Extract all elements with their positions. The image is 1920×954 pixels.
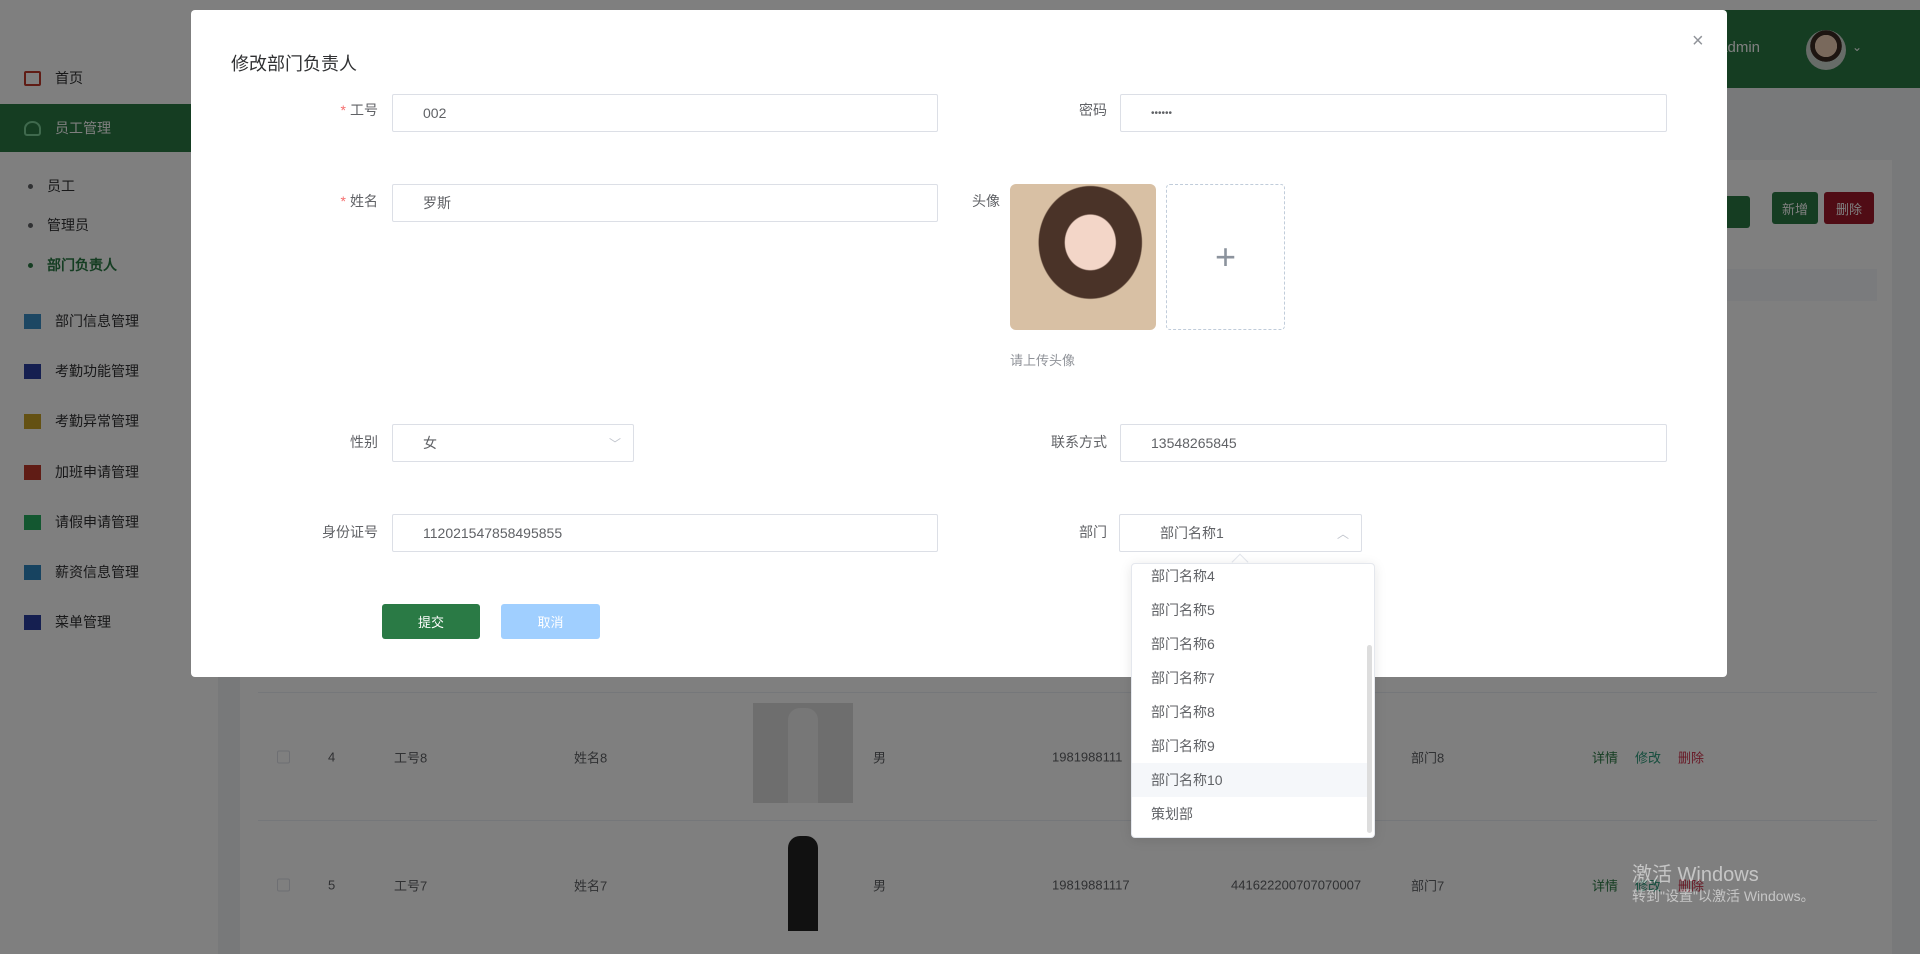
upload-plus-icon[interactable]: +: [1166, 184, 1285, 330]
label-no: * 工号: [340, 102, 378, 118]
label-idcard: 身份证号: [322, 524, 378, 540]
gender-select[interactable]: 女 ﹀: [392, 424, 634, 462]
no-input[interactable]: 002: [392, 94, 938, 132]
dept-option[interactable]: 部门名称6: [1132, 627, 1368, 661]
submit-button[interactable]: 提交: [382, 604, 480, 639]
label-avatar: 头像: [972, 193, 1000, 209]
dept-option[interactable]: 部门名称10: [1132, 763, 1368, 797]
chevron-up-icon: ︿: [1336, 527, 1349, 541]
dropdown-scrollbar[interactable]: [1367, 645, 1372, 833]
watermark-line2: 转到"设置"以激活 Windows。: [1632, 888, 1815, 904]
dept-option[interactable]: 部门名称4: [1132, 564, 1368, 593]
chevron-down-icon: ﹀: [608, 437, 621, 451]
dept-option[interactable]: 策划部: [1132, 797, 1368, 831]
dept-select[interactable]: 部门名称1 ︿: [1119, 514, 1362, 552]
label-password: 密码: [1079, 102, 1107, 118]
password-input[interactable]: ••••••: [1120, 94, 1667, 132]
cancel-button[interactable]: 取消: [501, 604, 600, 639]
idcard-input[interactable]: 112021547858495855: [392, 514, 938, 552]
contact-input[interactable]: 13548265845: [1120, 424, 1667, 462]
label-contact: 联系方式: [1051, 434, 1107, 450]
close-icon[interactable]: ×: [1692, 30, 1704, 53]
dept-option[interactable]: 部门名称7: [1132, 661, 1368, 695]
avatar-image[interactable]: [1010, 184, 1156, 330]
dept-option[interactable]: 部门名称5: [1132, 593, 1368, 627]
dept-option[interactable]: 部门名称8: [1132, 695, 1368, 729]
dept-option[interactable]: 部门名称9: [1132, 729, 1368, 763]
watermark-line1: 激活 Windows: [1632, 864, 1759, 886]
label-gender: 性别: [350, 434, 378, 450]
label-name: * 姓名: [340, 193, 378, 209]
avatar-hint: 请上传头像: [1010, 353, 1076, 368]
name-input[interactable]: 罗斯: [392, 184, 938, 222]
edit-dialog: 修改部门负责人 × * 工号 002 密码 •••••• * 姓名 罗斯 头像 + …: [191, 10, 1727, 677]
dept-dropdown: 部门名称4 部门名称5 部门名称6 部门名称7 部门名称8 部门名称9 部门名称10 策划部: [1131, 563, 1375, 838]
dialog-title: 修改部门负责人: [231, 54, 357, 74]
label-dept: 部门: [1079, 524, 1107, 540]
